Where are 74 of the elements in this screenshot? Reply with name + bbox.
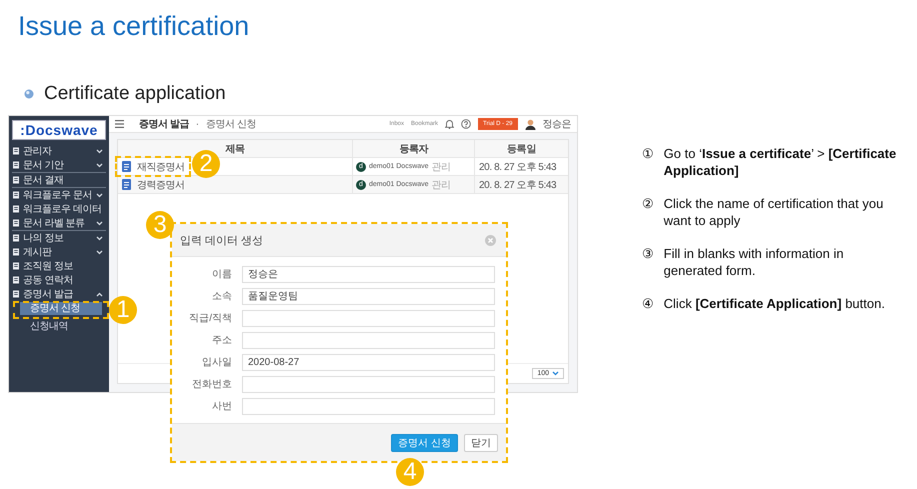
document-icon — [12, 147, 20, 155]
input-field[interactable] — [242, 310, 495, 326]
input-field[interactable] — [242, 332, 495, 348]
step-text: Click the name of certification that you want to apply — [664, 195, 884, 229]
document-icon — [12, 276, 20, 284]
breadcrumb-current[interactable]: 증명서 발급 — [139, 117, 189, 131]
document-icon — [12, 205, 20, 213]
document-icon — [12, 248, 20, 256]
sidebar-item[interactable]: 워크플로우 문서 — [12, 188, 106, 202]
sidebar-item[interactable]: 워크플로우 데이터 — [12, 202, 106, 216]
field-label: 직급/직책 — [188, 312, 232, 325]
sidebar-item[interactable]: 공동 연락처 — [12, 273, 106, 287]
breadcrumb-page: 증명서 신청 — [206, 118, 256, 131]
step-number: ③ — [642, 245, 654, 263]
field-label: 이름 — [211, 268, 232, 281]
breadcrumb-separator: · — [196, 118, 200, 130]
logo: :Docswave — [12, 120, 106, 140]
section-heading: Certificate application — [44, 83, 226, 105]
sidebar-item[interactable]: 게시판 — [12, 245, 106, 259]
sidebar-subitem[interactable]: 증명서 신청 — [20, 302, 102, 315]
sidebar-item[interactable]: 나의 정보 — [12, 231, 106, 245]
date-cell-text: 20. 8. 27 오후 5:43 — [479, 178, 556, 192]
sidebar-item[interactable]: 문서 라벨 분류 — [12, 216, 106, 230]
step-number-badge: 4 — [396, 458, 424, 486]
help-icon[interactable] — [461, 119, 472, 129]
sidebar-subitem[interactable]: 신청내역 — [20, 320, 102, 333]
sidebar-item[interactable]: 증명서 발급 — [12, 287, 106, 301]
field-label: 입사일 — [201, 356, 232, 369]
document-icon — [122, 179, 131, 190]
step-number: ② — [642, 195, 654, 213]
close-icon[interactable] — [485, 234, 496, 246]
close-button[interactable]: 닫기 — [464, 434, 498, 452]
dialog-title: 입력 데이터 생성 — [180, 234, 264, 248]
input-field[interactable]: 품질운영팀 — [242, 288, 495, 304]
author-role: 관리 — [432, 160, 451, 174]
field-label: 사번 — [211, 400, 232, 413]
document-icon — [12, 219, 20, 227]
document-icon — [12, 262, 20, 270]
date-cell-text: 20. 8. 27 오후 5:43 — [479, 160, 556, 174]
document-icon — [12, 290, 20, 298]
step-text: Fill in blanks with information in generated form. — [664, 245, 845, 279]
user-name[interactable]: 정승은 — [542, 117, 571, 131]
chevron-icon — [552, 371, 559, 376]
step-text: Go to ‘Issue a certificate’ > [Certificate Application] — [664, 145, 898, 179]
document-icon — [122, 161, 131, 172]
document-icon — [12, 191, 20, 199]
certificate-link[interactable]: 경력증명서 — [137, 178, 184, 192]
certificate-link[interactable]: 재직증명서 — [137, 160, 184, 174]
step-text: Click [Certificate Application] button. — [664, 295, 885, 312]
field-label: 소속 — [211, 290, 232, 303]
step-number: ④ — [642, 295, 654, 312]
slide-title: Issue a certification — [17, 10, 250, 42]
column-header: 등록일 — [474, 140, 568, 157]
document-icon — [12, 234, 20, 242]
column-header: 제목 — [224, 142, 246, 156]
bell-icon[interactable] — [445, 119, 454, 129]
input-field[interactable]: 2020-08-27 — [242, 354, 495, 370]
document-icon — [12, 161, 20, 169]
author-role: 관리 — [432, 178, 451, 192]
user-avatar-icon[interactable] — [524, 118, 536, 130]
sidebar-item[interactable]: 조직원 정보 — [12, 259, 106, 273]
step-number: ① — [642, 145, 654, 163]
input-field[interactable]: 정승은 — [242, 266, 495, 282]
bullet-icon — [24, 89, 34, 99]
input-field[interactable] — [242, 376, 495, 392]
column-header: 등록자 — [352, 140, 474, 157]
field-label: 전화번호 — [191, 378, 232, 391]
sidebar-item[interactable]: 관리자 — [12, 144, 106, 158]
sidebar-item[interactable]: 문서 결재 — [12, 173, 106, 187]
sidebar-item[interactable]: 문서 기안 — [12, 158, 106, 172]
menu-icon[interactable] — [115, 120, 124, 128]
input-field[interactable] — [242, 398, 495, 414]
document-icon — [12, 176, 20, 184]
field-label: 주소 — [211, 334, 232, 347]
